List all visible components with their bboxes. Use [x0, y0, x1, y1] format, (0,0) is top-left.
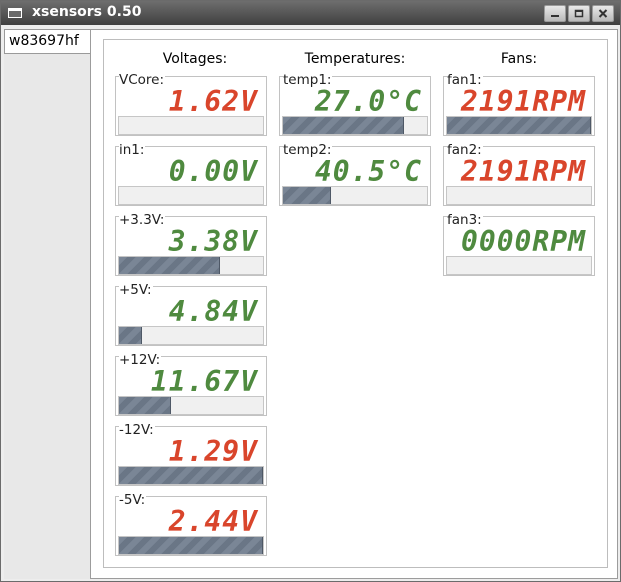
voltage-sensor: VCore: 1.62V: [115, 72, 267, 136]
sensor-readout: 4.84V: [168, 295, 258, 328]
maximize-button[interactable]: [568, 5, 590, 22]
voltage-sensor: -12V: 1.29V: [115, 422, 267, 486]
voltage-sensor: +5V: 4.84V: [115, 282, 267, 346]
close-button[interactable]: [592, 5, 614, 22]
temperature-sensor: temp2: 40.5°C: [279, 142, 431, 206]
sensor-level-fill: [119, 327, 143, 344]
voltage-sensor: +3.3V: 3.38V: [115, 212, 267, 276]
fan-sensor: fan3: 0000RPM: [443, 212, 595, 276]
sensor-level-fill: [119, 537, 263, 554]
chip-tab-strip: w83697hf: [4, 29, 90, 579]
sensor-level-fill: [447, 117, 591, 134]
sensor-readout: 1.62V: [168, 85, 258, 118]
sensor-level-bar: [118, 186, 264, 205]
sensor-readout: 0.00V: [168, 155, 258, 188]
sensor-panel: Voltages: Temperatures: Fans: VCore: 1.62…: [90, 29, 618, 579]
minimize-icon: [551, 15, 559, 17]
sensor-level-bar: [118, 256, 264, 275]
fan-sensor: fan1: 2191RPM: [443, 72, 595, 136]
temperatures-heading: Temperatures:: [304, 51, 406, 67]
sensor-level-bar: [446, 186, 592, 205]
sensor-readout: 1.29V: [168, 435, 258, 468]
sensor-level-bar: [118, 326, 264, 345]
sensor-level-fill: [119, 467, 263, 484]
sensor-level-bar: [446, 256, 592, 275]
sensor-readout: 0000RPM: [460, 225, 586, 258]
temperature-sensor: temp1: 27.0°C: [279, 72, 431, 136]
voltages-heading: Voltages:: [162, 51, 228, 67]
sensor-readout: 3.38V: [168, 225, 258, 258]
maximize-icon: [574, 9, 584, 18]
sensor-level-bar: [118, 466, 264, 485]
fan-sensor: fan2: 2191RPM: [443, 142, 595, 206]
sensor-readout: 2.44V: [168, 505, 258, 538]
sensor-readout: 11.67V: [150, 365, 258, 398]
sensor-level-bar: [282, 116, 428, 135]
close-icon: [598, 9, 608, 18]
tab-w83697hf[interactable]: w83697hf: [4, 29, 90, 54]
sensor-level-bar: [118, 116, 264, 135]
sensor-level-bar: [118, 396, 264, 415]
voltage-sensor: in1: 0.00V: [115, 142, 267, 206]
sensor-label: -5V:: [119, 492, 147, 508]
sensor-label: +3.3V:: [119, 212, 166, 228]
title-bar[interactable]: xsensors 0.50: [1, 1, 620, 25]
window-title: xsensors 0.50: [32, 4, 142, 20]
voltage-sensor: -5V: 2.44V: [115, 492, 267, 556]
sensor-level-bar: [282, 186, 428, 205]
window-menu-icon[interactable]: [8, 8, 22, 18]
sensor-level-fill: [119, 257, 220, 274]
sensor-readout: 2191RPM: [460, 155, 586, 188]
sensor-level-fill: [283, 187, 331, 204]
fans-heading: Fans:: [500, 51, 538, 67]
sensor-readout: 40.5°C: [314, 155, 422, 188]
sensor-label: VCore:: [119, 72, 166, 88]
sensor-label: in1:: [119, 142, 146, 158]
sensor-readout: 27.0°C: [314, 85, 422, 118]
sensor-label: -12V:: [119, 422, 155, 438]
sensor-readout: 2191RPM: [460, 85, 586, 118]
sensor-frame: Voltages: Temperatures: Fans: VCore: 1.62…: [103, 39, 608, 568]
sensor-level-fill: [119, 397, 171, 414]
sensor-level-fill: [283, 117, 404, 134]
sensor-label: +5V:: [119, 282, 153, 298]
voltage-sensor: +12V: 11.67V: [115, 352, 267, 416]
minimize-button[interactable]: [544, 5, 566, 22]
xsensors-window: xsensors 0.50 w83697hf Voltages: Tempera…: [0, 0, 621, 582]
sensor-level-bar: [118, 536, 264, 555]
sensor-level-bar: [446, 116, 592, 135]
